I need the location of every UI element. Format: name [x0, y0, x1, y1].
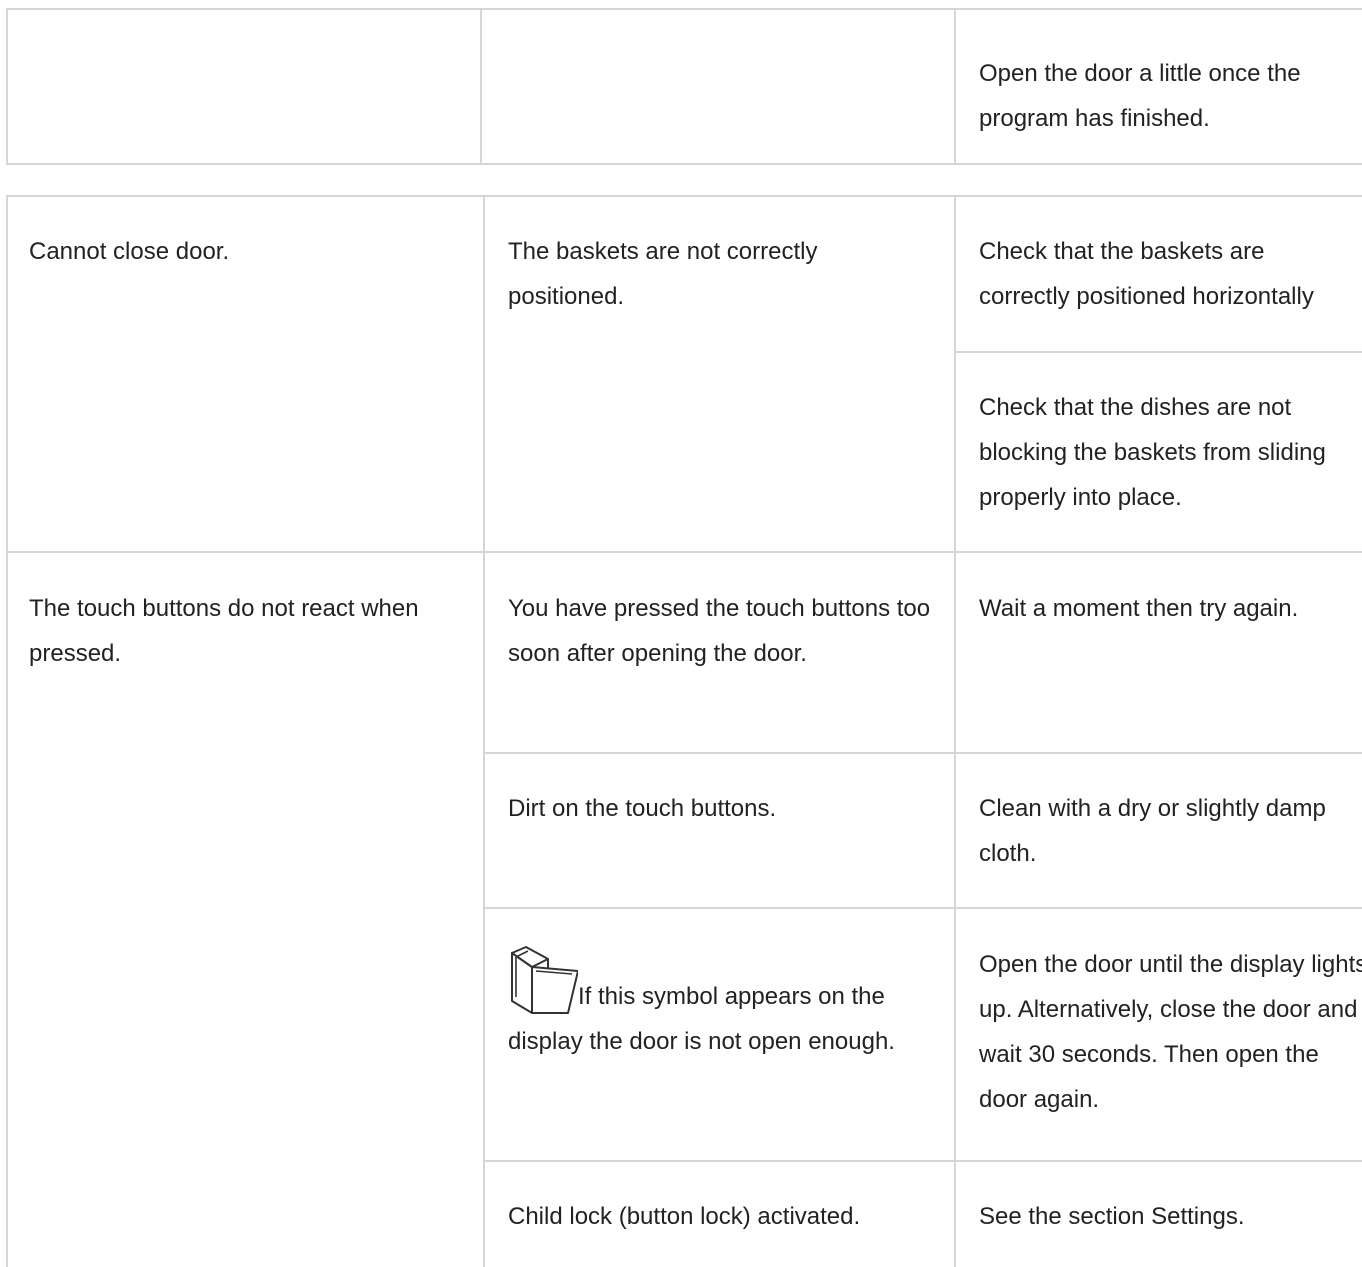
problem-text: Cannot close door. [29, 238, 230, 265]
table-top-remedy-cell: Open the door a little once the program … [956, 8, 1362, 163]
cause-text: Dirt on the touch buttons. [508, 795, 777, 822]
remedy-text: Open the door until the display lights u… [979, 951, 1362, 1113]
remedy-text: Open the door a little once the program … [979, 60, 1301, 132]
remedy-text: Wait a moment then try again. [979, 595, 1299, 622]
remedy-cell: See the section Settings. [956, 1162, 1362, 1267]
table-top-problem-cell [6, 8, 480, 163]
remedy-cell: Check that the baskets are correctly pos… [956, 197, 1362, 351]
cause-text-with-icon: If this symbol appears on the display th… [508, 945, 928, 1064]
remedy-text-content: Check that the baskets are correctly pos… [979, 238, 1314, 310]
remedy-text: Clean with a dry or slightly damp cloth. [979, 786, 1362, 876]
cause-text: You have pressed the touch buttons too s… [508, 595, 931, 667]
cause-text: Child lock (button lock) activated. [508, 1203, 861, 1230]
cause-cell: Dirt on the touch buttons. [485, 754, 954, 907]
remedy-cell: Clean with a dry or slightly damp cloth. [956, 754, 1362, 907]
table-top-cause-cell [482, 8, 954, 163]
table-row: Cannot close door. [6, 197, 483, 551]
remedy-cell: Wait a moment then try again. [956, 553, 1362, 752]
remedy-cell: Check that the dishes are not blocking t… [956, 353, 1362, 551]
problem-text: The touch buttons do not react when pres… [29, 595, 419, 667]
remedy-text-content: Clean with a dry or slightly damp cloth. [979, 795, 1326, 867]
door-open-icon [508, 945, 579, 1015]
remedy-text: Check that the baskets are correctly pos… [979, 229, 1362, 319]
remedy-text: See the section Settings. [979, 1203, 1245, 1230]
remedy-cell: Open the door until the display lights u… [956, 909, 1362, 1160]
cause-cell: Child lock (button lock) activated. [485, 1162, 954, 1267]
troubleshooting-page: Open the door a little once the program … [0, 0, 1362, 1267]
cause-text: The baskets are not correctly positioned… [508, 238, 818, 310]
cause-cell: The baskets are not correctly positioned… [485, 197, 954, 551]
remedy-text-content: Check that the dishes are not blocking t… [979, 394, 1326, 511]
cause-cell: You have pressed the touch buttons too s… [485, 553, 954, 752]
cause-cell: If this symbol appears on the display th… [485, 909, 954, 1160]
table-top-border-bottom [6, 163, 1362, 165]
remedy-text: Check that the dishes are not blocking t… [979, 385, 1362, 520]
table-row: The touch buttons do not react when pres… [6, 553, 483, 1267]
